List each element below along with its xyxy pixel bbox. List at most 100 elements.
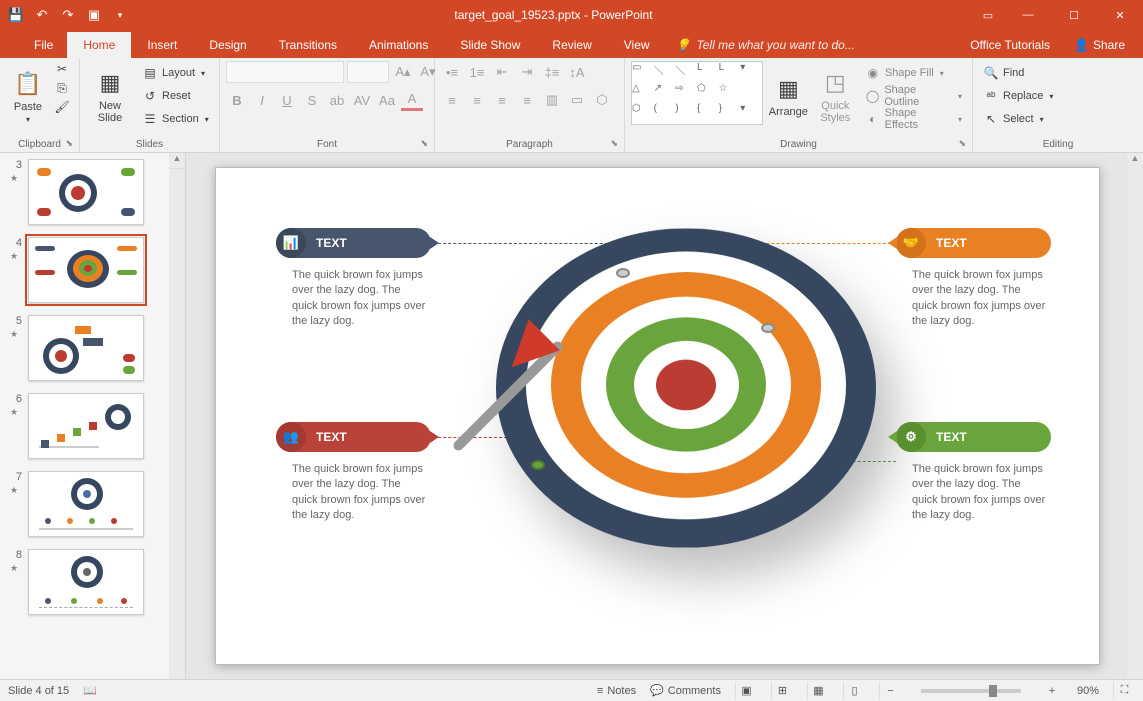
replace-button[interactable]: ᵃᵇReplace▾ xyxy=(979,86,1057,106)
cut-icon[interactable]: ✂ xyxy=(54,61,70,77)
tab-insert[interactable]: Insert xyxy=(131,32,193,58)
bold-button[interactable]: B xyxy=(226,89,248,111)
quick-styles-button[interactable]: ◳ Quick Styles xyxy=(814,61,857,131)
tab-design[interactable]: Design xyxy=(193,32,262,58)
ribbon-display-options-icon[interactable]: ▭ xyxy=(971,0,1005,30)
justify-icon[interactable]: ≡ xyxy=(516,89,538,111)
scroll-up-icon[interactable]: ▲ xyxy=(1127,153,1143,169)
thumbnail-scrollbar[interactable]: ▲ xyxy=(169,153,185,679)
underline-button[interactable]: U xyxy=(276,89,298,111)
slide-canvas[interactable]: 📊TEXT The quick brown fox jumps over the… xyxy=(215,167,1100,665)
font-color-icon[interactable]: A xyxy=(401,89,423,111)
copy-icon[interactable]: ⎘ xyxy=(54,80,70,96)
shape-fill-button[interactable]: ◉Shape Fill▾ xyxy=(861,63,966,83)
text-direction-icon[interactable]: ↕A xyxy=(566,61,588,83)
tab-file[interactable]: File xyxy=(20,32,67,58)
font-family-select[interactable] xyxy=(226,61,344,83)
tab-office-tutorials[interactable]: Office Tutorials xyxy=(958,32,1062,58)
reading-view-icon[interactable]: ▦ xyxy=(807,682,829,700)
smartart-convert-icon[interactable]: ⬡ xyxy=(591,89,613,111)
close-button[interactable]: ✕ xyxy=(1097,0,1143,30)
save-icon[interactable]: 💾 xyxy=(8,7,24,23)
start-from-beginning-icon[interactable]: ▣ xyxy=(86,7,102,23)
arrange-button[interactable]: ▦ Arrange xyxy=(767,61,810,131)
font-size-select[interactable] xyxy=(347,61,389,83)
strikethrough-button[interactable]: S xyxy=(301,89,323,111)
undo-icon[interactable]: ↶ xyxy=(34,7,50,23)
align-left-icon[interactable]: ≡ xyxy=(441,89,463,111)
normal-view-icon[interactable]: ▣ xyxy=(735,682,757,700)
slide-thumbnail-3[interactable]: 3★ xyxy=(0,153,185,231)
minimize-button[interactable]: — xyxy=(1005,0,1051,30)
increase-font-icon[interactable]: A▴ xyxy=(392,61,414,83)
slideshow-view-icon[interactable]: ▯ xyxy=(843,682,865,700)
zoom-level[interactable]: 90% xyxy=(1077,685,1099,697)
scroll-up-icon[interactable]: ▲ xyxy=(169,153,185,169)
reset-button[interactable]: ↺Reset xyxy=(138,86,213,106)
drawing-dialog-launcher[interactable]: ⬊ xyxy=(958,138,966,149)
character-spacing-icon[interactable]: AV xyxy=(351,89,373,111)
comments-button[interactable]: 💬Comments xyxy=(650,684,721,697)
select-button[interactable]: ↖Select▾ xyxy=(979,109,1057,129)
text-shadow-button[interactable]: ab xyxy=(326,89,348,111)
zoom-out-button[interactable]: − xyxy=(879,682,901,700)
fit-to-window-icon[interactable]: ⛶ xyxy=(1113,682,1135,700)
decrease-font-icon[interactable]: A▾ xyxy=(417,61,439,83)
line-spacing-icon[interactable]: ‡≡ xyxy=(541,61,563,83)
callout-bottom-left[interactable]: 👥TEXT The quick brown fox jumps over the… xyxy=(276,422,431,524)
slide-counter[interactable]: Slide 4 of 15 xyxy=(8,685,69,697)
align-center-icon[interactable]: ≡ xyxy=(466,89,488,111)
slide-thumbnail-7[interactable]: 7★ xyxy=(0,465,185,543)
tab-transitions[interactable]: Transitions xyxy=(263,32,353,58)
increase-indent-icon[interactable]: ⇥ xyxy=(516,61,538,83)
tab-view[interactable]: View xyxy=(608,32,666,58)
qat-customize-icon[interactable]: ▾ xyxy=(112,7,128,23)
align-right-icon[interactable]: ≡ xyxy=(491,89,513,111)
bullets-icon[interactable]: •≡ xyxy=(441,61,463,83)
tell-me-search[interactable]: 💡 Tell me what you want to do... xyxy=(666,32,865,58)
vertical-scrollbar[interactable]: ▲ xyxy=(1127,153,1143,679)
align-text-icon[interactable]: ▭ xyxy=(566,89,588,111)
maximize-button[interactable]: ☐ xyxy=(1051,0,1097,30)
tab-review[interactable]: Review xyxy=(536,32,607,58)
numbering-icon[interactable]: 1≡ xyxy=(466,61,488,83)
share-button[interactable]: 👤 Share xyxy=(1062,32,1137,58)
slide-sorter-view-icon[interactable]: ⊞ xyxy=(771,682,793,700)
find-button[interactable]: 🔍Find xyxy=(979,63,1057,83)
tab-animations[interactable]: Animations xyxy=(353,32,444,58)
layout-button[interactable]: ▤Layout▾ xyxy=(138,63,213,83)
section-button[interactable]: ☰Section▾ xyxy=(138,109,213,129)
tab-slideshow[interactable]: Slide Show xyxy=(444,32,536,58)
new-slide-button[interactable]: ▦ New Slide xyxy=(86,61,134,131)
spell-check-icon[interactable]: 📖 xyxy=(83,684,97,697)
target-graphic[interactable] xyxy=(496,218,876,598)
shapes-gallery[interactable]: ▭＼＼LL▾ △↗⇨⬠☆ ⬡(){}▾ xyxy=(631,61,763,125)
clipboard-dialog-launcher[interactable]: ⬊ xyxy=(65,138,73,149)
zoom-slider[interactable] xyxy=(921,689,1021,693)
paste-button[interactable]: 📋 Paste ▾ xyxy=(6,61,50,131)
zoom-in-button[interactable]: + xyxy=(1041,682,1063,700)
paste-icon: 📋 xyxy=(13,69,43,99)
redo-icon[interactable]: ↷ xyxy=(60,7,76,23)
shape-outline-button[interactable]: ◯Shape Outline▾ xyxy=(861,86,966,106)
slide-thumbnail-4[interactable]: 4★ xyxy=(0,231,185,309)
font-dialog-launcher[interactable]: ⬊ xyxy=(420,138,428,149)
paragraph-dialog-launcher[interactable]: ⬊ xyxy=(610,138,618,149)
callout-top-right[interactable]: 🤝TEXT The quick brown fox jumps over the… xyxy=(896,228,1051,330)
decrease-indent-icon[interactable]: ⇤ xyxy=(491,61,513,83)
shape-effects-button[interactable]: ◐Shape Effects▾ xyxy=(861,109,966,129)
italic-button[interactable]: I xyxy=(251,89,273,111)
tab-home[interactable]: Home xyxy=(67,32,131,58)
slide-thumbnail-pane[interactable]: ▲ 3★ 4★ xyxy=(0,153,186,679)
format-painter-icon[interactable]: 🖌 xyxy=(54,99,70,115)
callout-top-left[interactable]: 📊TEXT The quick brown fox jumps over the… xyxy=(276,228,431,330)
comments-icon: 💬 xyxy=(650,684,664,697)
slide-edit-area[interactable]: ▲ xyxy=(186,153,1143,679)
slide-thumbnail-8[interactable]: 8★ xyxy=(0,543,185,621)
callout-bottom-right[interactable]: ⚙TEXT The quick brown fox jumps over the… xyxy=(896,422,1051,524)
columns-icon[interactable]: ▥ xyxy=(541,89,563,111)
change-case-icon[interactable]: Aa xyxy=(376,89,398,111)
notes-button[interactable]: ≡Notes xyxy=(597,685,636,697)
slide-thumbnail-6[interactable]: 6★ xyxy=(0,387,185,465)
slide-thumbnail-5[interactable]: 5★ xyxy=(0,309,185,387)
